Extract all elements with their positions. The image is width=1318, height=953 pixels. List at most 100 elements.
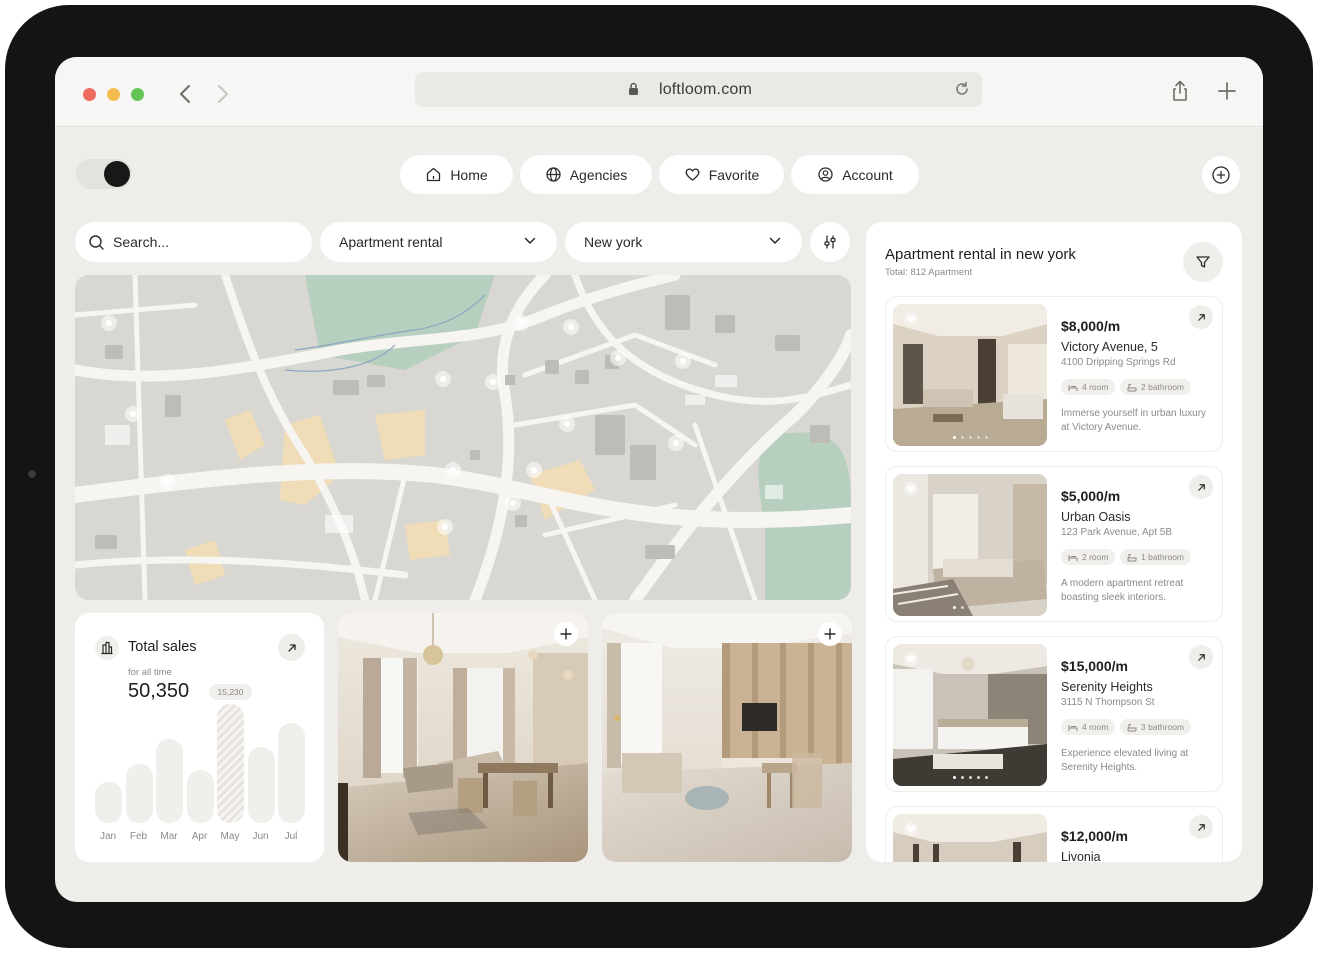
listing-open-button[interactable]	[1189, 475, 1213, 499]
sales-axis-label: Jun	[252, 831, 269, 842]
plus-circle-icon	[1212, 166, 1230, 184]
maximize-window-button[interactable]	[131, 88, 144, 101]
photo-add-button[interactable]	[554, 622, 578, 646]
heart-icon[interactable]	[904, 652, 918, 666]
rooms-tag-label: 2 room	[1082, 552, 1109, 562]
chevron-down-icon	[769, 237, 781, 244]
sales-bar-mar[interactable]	[156, 739, 183, 823]
listings-panel: Apartment rental in new york Total: 812 …	[866, 222, 1242, 862]
browser-toolbar: loftloom.com	[55, 57, 1263, 127]
chevron-down-icon	[524, 237, 536, 244]
nav-home-label: Home	[450, 166, 488, 183]
listing-photo[interactable]	[893, 304, 1047, 446]
plus-icon	[560, 628, 572, 640]
bath-icon	[1127, 723, 1137, 731]
arrow-up-right-icon	[1197, 483, 1205, 491]
globe-icon	[546, 167, 561, 182]
sales-axis-label: Jul	[284, 831, 298, 842]
listing-open-button[interactable]	[1189, 645, 1213, 669]
back-arrow-icon[interactable]	[176, 83, 196, 105]
reload-icon[interactable]	[953, 80, 971, 98]
property-map[interactable]	[75, 275, 851, 600]
arrow-up-right-icon	[1197, 653, 1205, 661]
baths-tag: 2 bathroom	[1120, 379, 1191, 395]
interior-photo-lounge[interactable]	[602, 613, 852, 862]
search-placeholder: Search...	[113, 234, 170, 250]
forward-arrow-icon[interactable]	[212, 83, 232, 105]
heart-icon[interactable]	[904, 312, 918, 326]
sliders-icon	[824, 235, 836, 249]
sales-bar-apr[interactable]	[186, 770, 214, 823]
user-circle-icon	[818, 167, 833, 182]
interior-photo-living[interactable]	[338, 613, 588, 862]
address-bar[interactable]: loftloom.com	[415, 72, 982, 107]
funnel-icon	[1196, 256, 1210, 268]
listing-card[interactable]: $8,000/m Victory Avenue, 5 4100 Dripping…	[885, 296, 1223, 452]
listing-card[interactable]: $15,000/m Serenity Heights 3115 N Thomps…	[885, 636, 1223, 792]
sales-bar-jun[interactable]	[247, 747, 275, 823]
minimize-window-button[interactable]	[107, 88, 120, 101]
search-input[interactable]: Search...	[75, 222, 312, 262]
nav-home[interactable]: Home	[400, 155, 513, 194]
listings-count: Total: 812 Apartment	[885, 267, 973, 278]
interior-image-lounge	[602, 613, 852, 862]
nav-account[interactable]: Account	[791, 155, 919, 194]
baths-tag: 3 bathroom	[1120, 719, 1191, 735]
theme-toggle[interactable]	[76, 159, 132, 189]
listing-price: $8,000/m	[1061, 318, 1121, 334]
filter-sliders-button[interactable]	[810, 222, 850, 262]
listing-title: Victory Avenue, 5	[1061, 340, 1158, 354]
bed-icon	[1068, 554, 1078, 561]
close-window-button[interactable]	[83, 88, 96, 101]
nav-agencies-label: Agencies	[569, 166, 628, 183]
listing-open-button[interactable]	[1189, 305, 1213, 329]
city-select[interactable]: New york	[565, 222, 802, 262]
bath-icon	[1127, 383, 1137, 391]
sales-bar-may[interactable]	[217, 704, 244, 823]
listing-address: 4100 Dripping Springs Rd	[1061, 357, 1176, 368]
carousel-dots	[893, 776, 1047, 779]
listing-photo[interactable]	[893, 474, 1047, 616]
rooms-tag: 4 room	[1061, 719, 1116, 735]
listing-photo[interactable]	[893, 814, 1047, 862]
sales-bar-jul[interactable]	[278, 723, 305, 823]
sales-bar-chart: Jan Feb Mar Apr 15,230 May Jun Jul	[75, 613, 324, 862]
sales-bar-feb[interactable]	[125, 764, 153, 823]
heart-icon[interactable]	[904, 482, 918, 496]
photo-add-button[interactable]	[818, 622, 842, 646]
listings-title: Apartment rental in new york	[885, 246, 1076, 263]
baths-tag-label: 1 bathroom	[1141, 552, 1184, 562]
listings-filter-button[interactable]	[1183, 242, 1223, 282]
rooms-tag-label: 4 room	[1082, 722, 1109, 732]
app-content: Home Agencies Favorite Account Search...	[55, 127, 1263, 902]
listing-address: 123 Park Avenue, Apt 5B	[1061, 527, 1173, 538]
add-listing-button[interactable]	[1202, 156, 1240, 194]
sales-bar-jan[interactable]	[95, 782, 122, 823]
search-icon	[89, 234, 104, 250]
nav-agencies[interactable]: Agencies	[520, 155, 652, 194]
carousel-dots	[893, 606, 1047, 609]
new-tab-plus-icon[interactable]	[1215, 79, 1239, 103]
sales-axis-label: Jan	[99, 831, 117, 842]
listing-card[interactable]: $5,000/m Urban Oasis 123 Park Avenue, Ap…	[885, 466, 1223, 622]
arrow-up-right-icon	[1197, 823, 1205, 831]
heart-icon[interactable]	[904, 822, 918, 836]
carousel-dots	[893, 436, 1047, 439]
toggle-knob	[104, 161, 130, 187]
rooms-tag: 2 room	[1061, 549, 1116, 565]
listing-title: Livonia	[1061, 850, 1101, 862]
bed-icon	[1068, 724, 1078, 731]
sales-axis-label: Feb	[129, 831, 148, 842]
sales-axis-label: May	[220, 831, 240, 842]
share-icon[interactable]	[1168, 79, 1192, 103]
listing-open-button[interactable]	[1189, 815, 1213, 839]
listing-photo[interactable]	[893, 644, 1047, 786]
type-select-value: Apartment rental	[339, 234, 443, 250]
type-select[interactable]: Apartment rental	[320, 222, 557, 262]
listing-description: Immerse yourself in urban luxury at Vict…	[1061, 408, 1207, 433]
sales-bar-value-label: 15,230	[209, 684, 252, 700]
listing-card[interactable]: $12,000/m Livonia	[885, 806, 1223, 862]
listing-description: A modern apartment retreat boasting slee…	[1061, 578, 1184, 603]
nav-favorite[interactable]: Favorite	[659, 155, 784, 194]
listing-title: Serenity Heights	[1061, 680, 1153, 694]
